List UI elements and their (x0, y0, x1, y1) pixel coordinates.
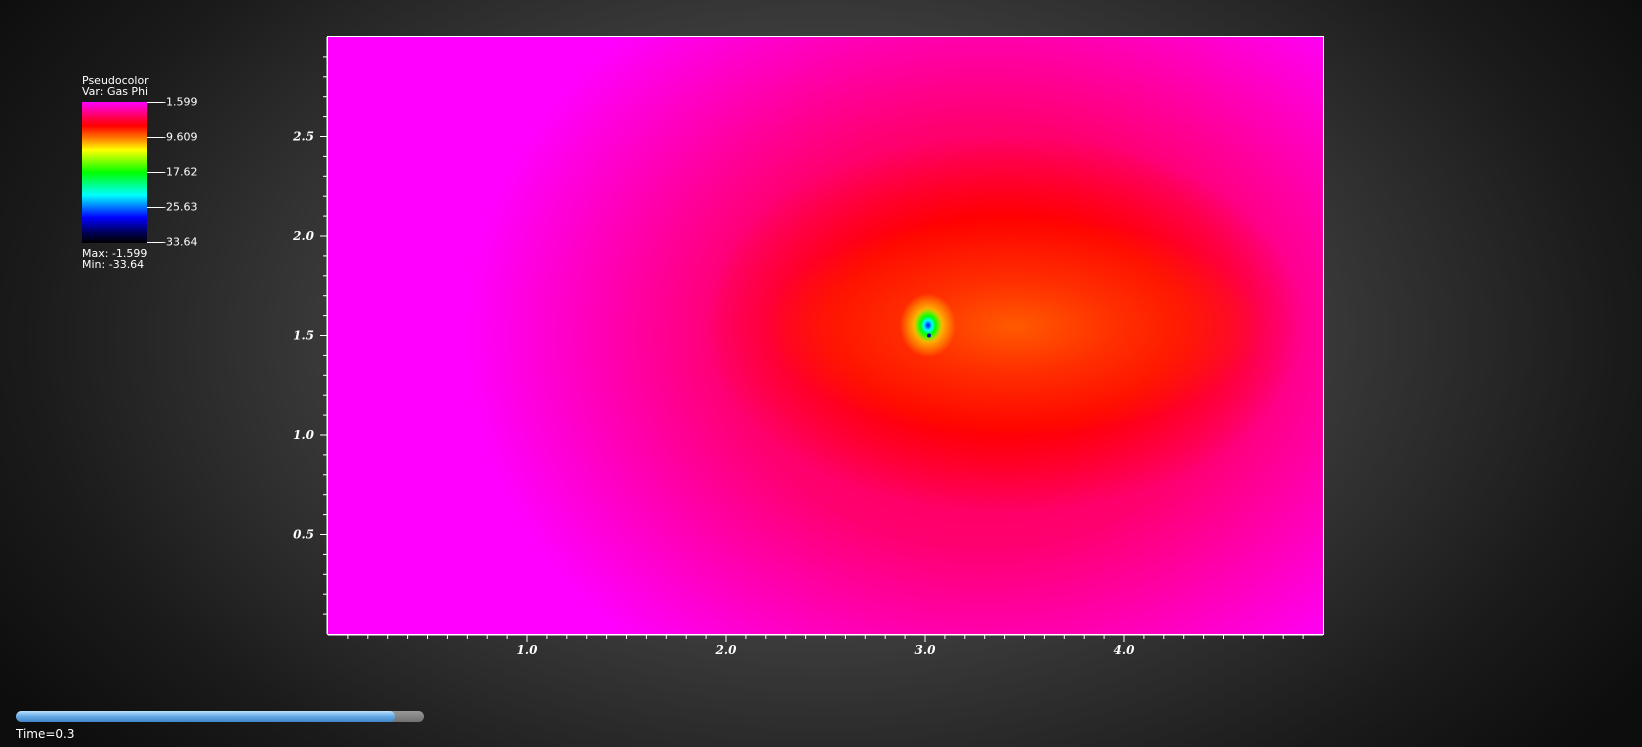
y-tick-label: 2.5 (292, 130, 314, 144)
time-slider[interactable] (16, 711, 424, 722)
x-tick-label: 3.0 (915, 643, 937, 657)
y-tick-label: 1.0 (293, 428, 315, 442)
plot-axes: 1.0 2.0 3.0 4.0 0.5 1.0 1.5 2.0 2.5 (292, 37, 1323, 657)
y-tick-label: 0.5 (293, 528, 314, 542)
y-tick-label: 1.5 (293, 329, 314, 343)
y-tick-label: 2.0 (292, 229, 315, 243)
x-tick-label: 4.0 (1114, 643, 1136, 657)
time-label: Time=0.3 (16, 727, 75, 741)
x-tick-label: 1.0 (517, 643, 539, 657)
x-tick-label: 2.0 (715, 643, 738, 657)
field-minimum-marker (926, 333, 931, 338)
time-slider-fill (16, 711, 396, 722)
